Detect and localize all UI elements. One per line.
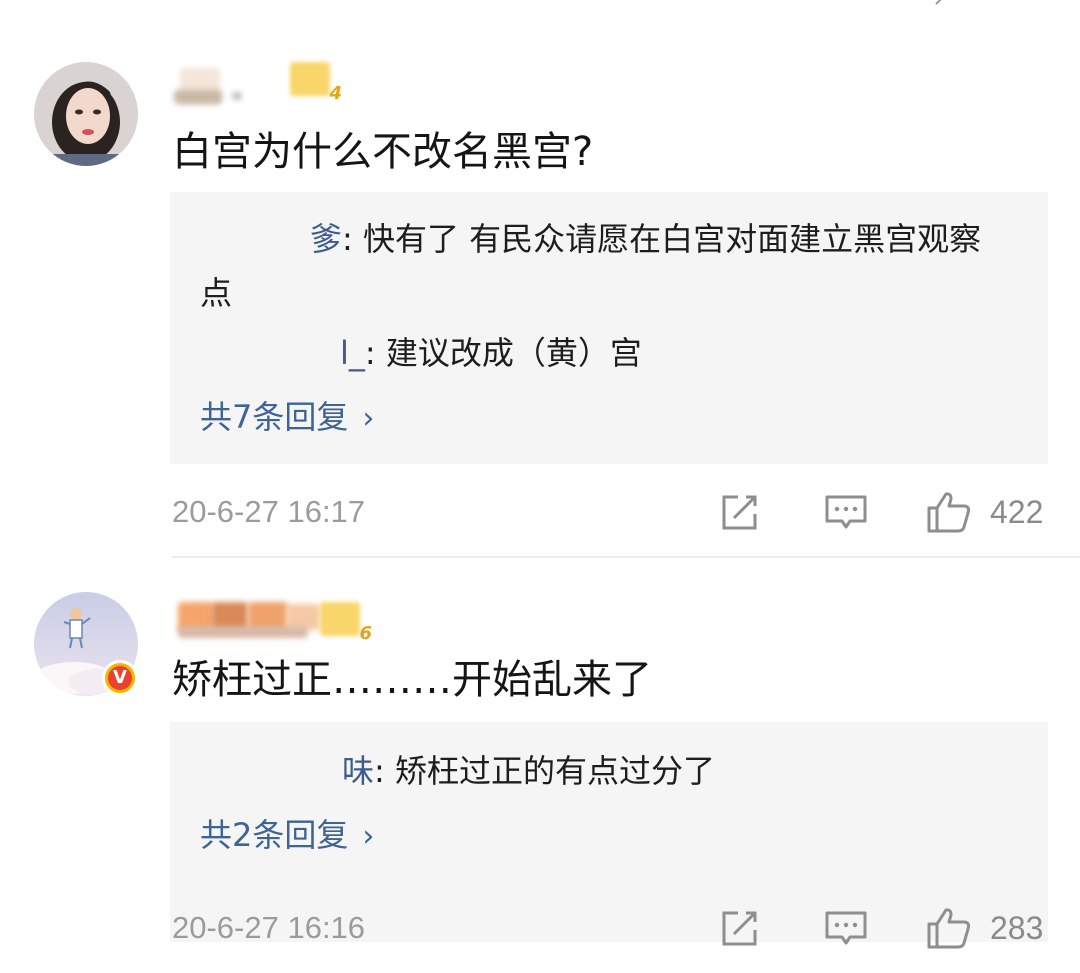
reply-text: 矫枉过正的有点过分了: [394, 752, 715, 790]
comment-icon[interactable]: [824, 910, 868, 952]
replies-box[interactable]: 味: 矫枉过正的有点过分了 共2条回复 ›: [170, 722, 1048, 942]
chevron-right-icon: ›: [362, 819, 375, 854]
share-icon[interactable]: [718, 908, 760, 954]
comment-item: V 6 矫枉过正………开始乱来了 味: 矫枉过正的有点过分了 共2条回复 › 20…: [0, 560, 1080, 973]
reply-username[interactable]: 爹: [310, 220, 342, 258]
username[interactable]: 6: [172, 596, 372, 644]
share-icon[interactable]: [718, 492, 760, 538]
avatar-photo: [34, 62, 138, 166]
reply-item[interactable]: 味: 矫枉过正的有点过分了: [200, 744, 1010, 798]
reply-text: 建议改成（黄）宫: [385, 334, 642, 372]
comment-icon[interactable]: [824, 494, 868, 536]
reply-username[interactable]: l_: [340, 334, 365, 372]
level-badge: 6: [320, 602, 372, 644]
comment-text: 白宫为什么不改名黑宫?: [172, 129, 594, 175]
view-all-replies-link[interactable]: 共2条回复 ›: [200, 810, 374, 856]
reply-item[interactable]: l_: 建议改成（黄）宫: [200, 326, 1010, 380]
username[interactable]: 4: [172, 60, 372, 106]
thumbs-up-icon[interactable]: [926, 490, 972, 538]
comment-text: 矫枉过正………开始乱来了: [172, 657, 652, 703]
divider: [172, 556, 1080, 558]
thumbs-up-icon[interactable]: [926, 906, 972, 954]
verified-badge: V: [102, 660, 138, 696]
like-count: 422: [990, 494, 1044, 530]
level-badge: 4: [290, 62, 342, 104]
reply-username[interactable]: 味: [342, 752, 374, 790]
reply-item[interactable]: 爹: 快有了 有民众请愿在白宫对面建立黑宫观察点: [200, 212, 1010, 320]
view-all-replies-link[interactable]: 共7条回复 ›: [200, 392, 374, 438]
replies-box[interactable]: 爹: 快有了 有民众请愿在白宫对面建立黑宫观察点 l_: 建议改成（黄）宫 共7…: [170, 192, 1048, 464]
avatar[interactable]: [34, 62, 138, 166]
timestamp: 20-6-27 16:16: [172, 910, 366, 945]
comment-item: 4 白宫为什么不改名黑宫? 爹: 快有了 有民众请愿在白宫对面建立黑宫观察点 l…: [0, 0, 1080, 560]
timestamp: 20-6-27 16:17: [172, 494, 366, 529]
chevron-right-icon: ›: [362, 401, 375, 436]
like-count: 283: [990, 910, 1044, 946]
